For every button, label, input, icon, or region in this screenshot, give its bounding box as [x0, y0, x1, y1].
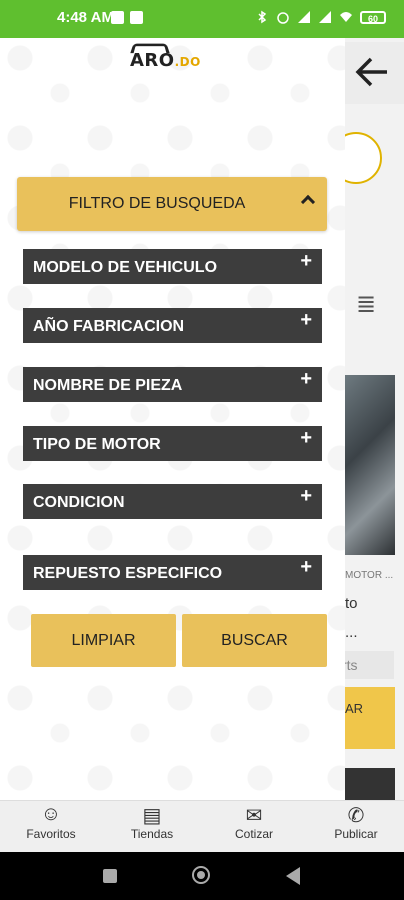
store-icon: ▤	[142, 805, 162, 827]
status-bar: 4:48 AM 60	[0, 0, 404, 38]
nav-cotizar[interactable]: ✉ Cotizar	[224, 803, 284, 841]
aro-logo: ARO.DO	[130, 43, 201, 71]
smiley-icon: ☺	[40, 803, 62, 825]
status-right-icons: 60	[255, 10, 386, 24]
filter-option-condition[interactable]: CONDICION +	[23, 484, 322, 519]
nav-publicar[interactable]: ✆ Publicar	[326, 803, 386, 841]
chevron-up-icon	[300, 194, 316, 210]
plus-icon: +	[300, 250, 312, 272]
filter-option-label: MODELO DE VEHICULO	[33, 259, 218, 276]
product-tag: rts	[342, 651, 394, 679]
arrow-left-icon	[355, 57, 387, 87]
filter-title: FILTRO DE BUSQUEDA	[68, 195, 246, 212]
plus-icon: +	[300, 427, 312, 449]
chat-money-icon: ✉	[245, 805, 263, 827]
signal-icon	[298, 11, 310, 23]
plus-icon: +	[300, 309, 312, 331]
plus-icon: +	[300, 556, 312, 578]
signal-icon-2	[319, 11, 331, 23]
filter-header[interactable]: FILTRO DE BUSQUEDA	[17, 177, 327, 231]
alarm-icon	[277, 12, 289, 24]
product-title-more: ...	[345, 624, 358, 641]
product-image-2[interactable]	[345, 768, 395, 802]
logo-suffix: .DO	[174, 55, 201, 69]
plus-icon: +	[300, 368, 312, 390]
nav-label: Cotizar	[234, 827, 273, 841]
battery-icon: 60	[360, 10, 386, 24]
filter-option-year[interactable]: AÑO FABRICACION +	[23, 308, 322, 343]
system-nav-bar	[0, 852, 404, 900]
filter-option-label: NOMBRE DE PIEZA	[33, 377, 183, 394]
filter-option-label: REPUESTO ESPECIFICO	[33, 565, 223, 582]
status-time: 4:48 AM	[57, 9, 114, 26]
recents-icon[interactable]	[103, 869, 117, 883]
wifi-icon	[340, 12, 352, 22]
notification-icons	[111, 11, 143, 24]
product-action-button[interactable]: AR	[345, 687, 395, 749]
megaphone-icon: ✆	[347, 805, 365, 827]
nav-label: Publicar	[334, 827, 378, 841]
home-icon[interactable]	[192, 866, 210, 884]
back-icon[interactable]	[286, 867, 300, 885]
back-button[interactable]	[345, 42, 404, 104]
filter-option-label: CONDICION	[33, 494, 125, 511]
filter-drawer: ARO.DO FILTRO DE BUSQUEDA MODELO DE VEHI…	[0, 38, 345, 800]
product-title: to	[345, 595, 358, 612]
app-notification-icon	[130, 11, 143, 24]
drawer-background-pattern	[0, 38, 345, 800]
logo-roof-icon	[130, 43, 170, 54]
filter-option-engine-type[interactable]: TIPO DE MOTOR +	[23, 426, 322, 461]
nav-tiendas[interactable]: ▤ Tiendas	[122, 803, 182, 841]
filter-option-part-name[interactable]: NOMBRE DE PIEZA +	[23, 367, 322, 402]
filter-option-specific-part[interactable]: REPUESTO ESPECIFICO +	[23, 555, 322, 590]
filter-option-label: TIPO DE MOTOR	[33, 436, 161, 453]
logo-main: ARO	[130, 50, 175, 71]
bottom-nav: ☺ Favoritos ▤ Tiendas ✉ Cotizar ✆ Public…	[0, 800, 404, 853]
clear-button[interactable]: LIMPIAR	[31, 614, 176, 667]
bluetooth-icon	[258, 10, 267, 24]
filter-option-label: AÑO FABRICACION	[33, 318, 185, 335]
product-subtitle: MOTOR ...	[345, 570, 394, 581]
plus-icon: +	[300, 485, 312, 507]
product-image[interactable]	[345, 375, 395, 555]
nav-label: Tiendas	[130, 827, 174, 841]
nav-favoritos[interactable]: ☺ Favoritos	[20, 803, 82, 841]
mail-icon	[111, 11, 124, 24]
search-button[interactable]: BUSCAR	[182, 614, 327, 667]
nav-label: Favoritos	[26, 827, 76, 841]
filter-option-vehicle-model[interactable]: MODELO DE VEHICULO +	[23, 249, 322, 284]
sort-icon[interactable]: ≣	[356, 290, 376, 319]
